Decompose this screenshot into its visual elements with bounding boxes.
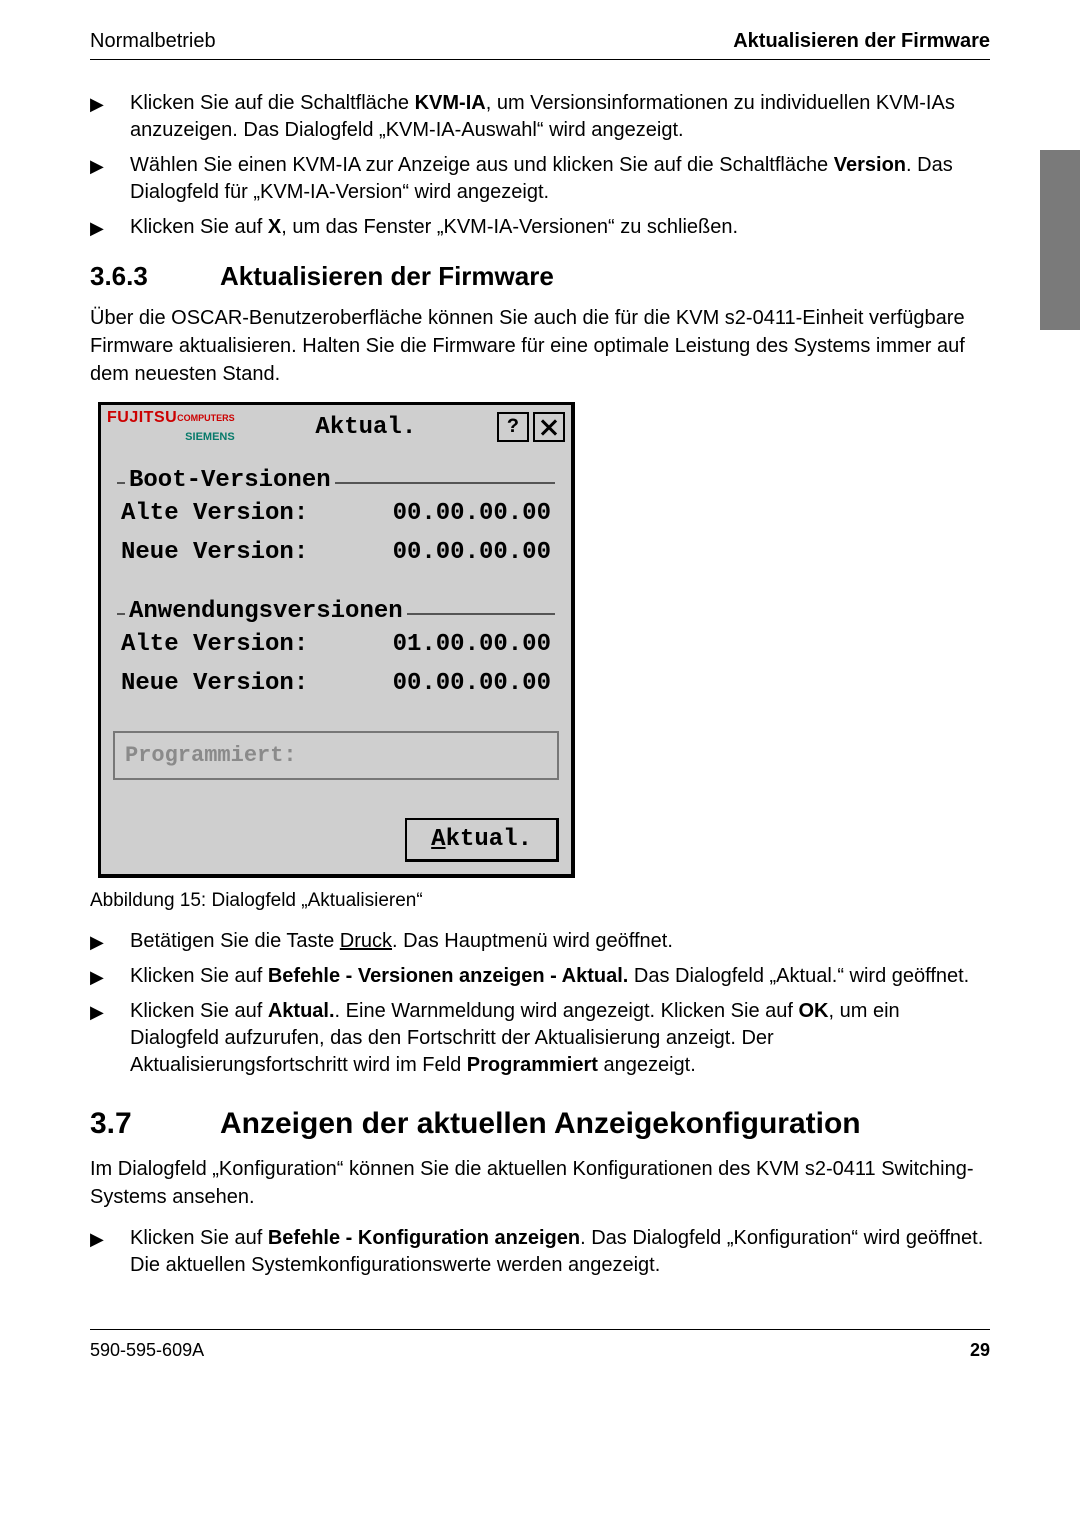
- page-header: Normalbetrieb Aktualisieren der Firmware: [90, 30, 990, 60]
- footer-doc-id: 590-595-609A: [90, 1340, 204, 1361]
- close-icon: [539, 417, 559, 437]
- post-bullets: ▶Betätigen Sie die Taste Druck. Das Haup…: [90, 928, 990, 1079]
- heading-37-num: 3.7: [90, 1107, 220, 1141]
- aktual-button[interactable]: Aktual.: [405, 818, 559, 862]
- list-item-text: Klicken Sie auf Aktual.. Eine Warnmeldun…: [130, 998, 990, 1079]
- app-versions-group: Anwendungsversionen Alte Version: 01.00.…: [111, 598, 561, 711]
- aktual-button-rest: ktual.: [446, 826, 532, 853]
- final-bullets: ▶Klicken Sie auf Befehle - Konfiguration…: [90, 1225, 990, 1279]
- side-tab: [1040, 150, 1080, 330]
- heading-37-title: Anzeigen der aktuellen Anzeigekonfigurat…: [220, 1107, 861, 1141]
- app-new-label: Neue Version:: [121, 670, 308, 697]
- list-item: ▶Klicken Sie auf Aktual.. Eine Warnmeldu…: [90, 998, 990, 1079]
- triangle-icon: ▶: [90, 214, 130, 241]
- list-item-text: Wählen Sie einen KVM-IA zur Anzeige aus …: [130, 152, 990, 206]
- triangle-icon: ▶: [90, 1225, 130, 1279]
- list-item-text: Betätigen Sie die Taste Druck. Das Haupt…: [130, 928, 990, 955]
- boot-new-value: 00.00.00.00: [393, 539, 551, 566]
- close-button[interactable]: [533, 412, 565, 442]
- list-item-text: Klicken Sie auf Befehle - Versionen anze…: [130, 963, 990, 990]
- app-group-title: Anwendungsversionen: [125, 598, 407, 625]
- triangle-icon: ▶: [90, 928, 130, 955]
- triangle-icon: ▶: [90, 998, 130, 1079]
- header-left: Normalbetrieb: [90, 30, 216, 53]
- dialog-aktualisieren: FUJITSUCOMPUTERS SIEMENS Aktual. ? Boot-…: [98, 402, 575, 878]
- app-old-label: Alte Version:: [121, 631, 308, 658]
- app-old-value: 01.00.00.00: [393, 631, 551, 658]
- list-item-text: Klicken Sie auf Befehle - Konfiguration …: [130, 1225, 990, 1279]
- page-footer: 590-595-609A 29: [90, 1329, 990, 1361]
- intro-bullets: ▶Klicken Sie auf die Schaltfläche KVM-IA…: [90, 90, 990, 241]
- header-right: Aktualisieren der Firmware: [733, 30, 990, 53]
- logo-fujitsu: FUJITSU: [107, 409, 177, 426]
- footer-page: 29: [970, 1340, 990, 1361]
- list-item: ▶Wählen Sie einen KVM-IA zur Anzeige aus…: [90, 152, 990, 206]
- boot-new-label: Neue Version:: [121, 539, 308, 566]
- figure-caption: Abbildung 15: Dialogfeld „Aktualisieren“: [90, 890, 990, 912]
- programmed-label: Programmiert:: [125, 743, 297, 768]
- app-new-value: 00.00.00.00: [393, 670, 551, 697]
- logo-siemens: SIEMENS: [185, 431, 235, 443]
- list-item: ▶Klicken Sie auf Befehle - Konfiguration…: [90, 1225, 990, 1279]
- heading-363: 3.6.3 Aktualisieren der Firmware: [90, 261, 990, 292]
- boot-old-value: 00.00.00.00: [393, 500, 551, 527]
- boot-old-label: Alte Version:: [121, 500, 308, 527]
- logo-computers: COMPUTERS: [177, 413, 235, 423]
- list-item-text: Klicken Sie auf X, um das Fenster „KVM-I…: [130, 214, 990, 241]
- list-item-text: Klicken Sie auf die Schaltfläche KVM-IA,…: [130, 90, 990, 144]
- para-37: Im Dialogfeld „Konfiguration“ können Sie…: [90, 1155, 990, 1211]
- triangle-icon: ▶: [90, 152, 130, 206]
- help-icon: ?: [507, 416, 519, 439]
- list-item: ▶Klicken Sie auf die Schaltfläche KVM-IA…: [90, 90, 990, 144]
- heading-363-title: Aktualisieren der Firmware: [220, 261, 554, 292]
- help-button[interactable]: ?: [497, 412, 529, 442]
- dialog-title: Aktual.: [235, 414, 497, 441]
- programmed-field: Programmiert:: [113, 731, 559, 780]
- fujitsu-siemens-logo: FUJITSUCOMPUTERS SIEMENS: [107, 409, 235, 445]
- aktual-button-underline: A: [431, 826, 445, 853]
- heading-363-num: 3.6.3: [90, 261, 220, 292]
- boot-group-title: Boot-Versionen: [125, 467, 335, 494]
- list-item: ▶Klicken Sie auf Befehle - Versionen anz…: [90, 963, 990, 990]
- triangle-icon: ▶: [90, 90, 130, 144]
- para-363: Über die OSCAR-Benutzeroberfläche können…: [90, 304, 990, 388]
- list-item: ▶Betätigen Sie die Taste Druck. Das Haup…: [90, 928, 990, 955]
- heading-37: 3.7 Anzeigen der aktuellen Anzeigekonfig…: [90, 1107, 990, 1141]
- triangle-icon: ▶: [90, 963, 130, 990]
- list-item: ▶Klicken Sie auf X, um das Fenster „KVM-…: [90, 214, 990, 241]
- boot-versions-group: Boot-Versionen Alte Version: 00.00.00.00…: [111, 467, 561, 580]
- dialog-titlebar: FUJITSUCOMPUTERS SIEMENS Aktual. ?: [101, 405, 571, 449]
